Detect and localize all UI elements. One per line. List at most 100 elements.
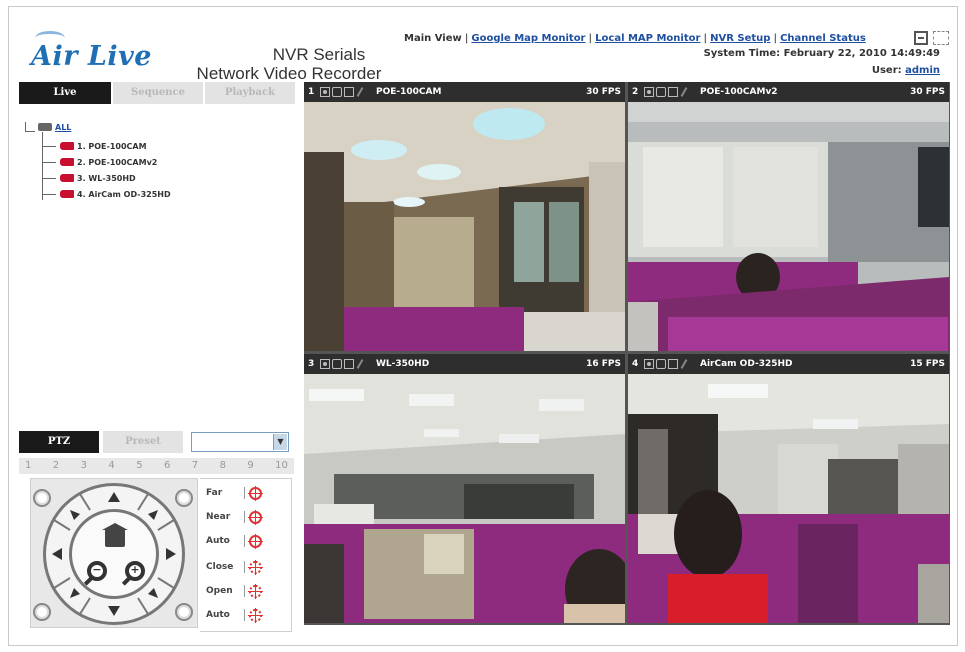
tree-tick — [42, 145, 56, 147]
camera-icon — [60, 142, 74, 150]
speed-option[interactable]: 6 — [164, 458, 170, 474]
camera-number: 4 — [632, 359, 639, 369]
camera-fps: 15 FPS — [910, 359, 945, 369]
record-icon[interactable] — [344, 87, 354, 97]
window-icons — [914, 31, 954, 47]
microphone-icon[interactable] — [680, 87, 688, 97]
camera-video-feed[interactable] — [628, 102, 949, 351]
iris-open-control[interactable]: Open — [206, 581, 286, 601]
record-icon[interactable] — [344, 359, 354, 369]
speed-option[interactable]: 7 — [192, 458, 198, 474]
focus-far-control[interactable]: Far — [206, 483, 286, 503]
office-scene-image — [304, 102, 625, 351]
camera-video-feed[interactable] — [628, 374, 949, 623]
tree-item-camera[interactable]: 2. POE-100CAMv2 — [42, 156, 157, 168]
focus-auto-icon[interactable] — [248, 533, 263, 549]
microphone-icon[interactable] — [680, 359, 688, 369]
camera-video-feed[interactable] — [304, 102, 625, 351]
microphone-icon[interactable] — [356, 359, 364, 369]
speaker-icon[interactable] — [656, 87, 666, 97]
tab-ptz[interactable]: PTZ — [19, 431, 99, 453]
tree-tick — [42, 161, 56, 163]
user-name-link[interactable]: admin — [905, 65, 940, 76]
camera-pane-header: 4 AirCam OD-325HD 15 FPS — [628, 354, 949, 374]
camera-number: 3 — [308, 359, 315, 369]
microphone-icon[interactable] — [356, 87, 364, 97]
snapshot-icon[interactable] — [644, 359, 654, 369]
system-time: System Time: February 22, 2010 14:49:49 — [703, 48, 940, 59]
focus-near-icon[interactable] — [248, 509, 263, 525]
tab-sequence[interactable]: Sequence — [113, 82, 203, 104]
speaker-icon[interactable] — [656, 359, 666, 369]
tree-item-label[interactable]: 4. AirCam OD-325HD — [77, 190, 171, 199]
control-label: Auto — [206, 536, 230, 546]
user-info: User: admin — [872, 65, 940, 76]
divider — [244, 535, 245, 547]
tree-item-camera[interactable]: 3. WL-350HD — [42, 172, 136, 184]
camera-name: AirCam OD-325HD — [700, 359, 793, 369]
nav-local-map-monitor[interactable]: Local MAP Monitor — [595, 33, 700, 44]
focus-auto-control[interactable]: Auto — [206, 531, 286, 551]
office-scene-image — [304, 374, 625, 623]
airlive-logo: Air Live — [31, 31, 161, 75]
speaker-icon[interactable] — [332, 359, 342, 369]
focus-far-icon[interactable] — [248, 485, 263, 501]
camera-icon — [60, 190, 74, 198]
iris-auto-control[interactable]: Auto — [206, 605, 286, 625]
iris-close-control[interactable]: Close — [206, 557, 286, 577]
camera-pane-3[interactable]: 3 WL-350HD 16 FPS — [304, 354, 625, 623]
camera-number: 1 — [308, 87, 315, 97]
save-icon[interactable] — [914, 31, 928, 45]
iris-open-icon[interactable] — [248, 583, 263, 599]
chevron-down-icon[interactable]: ▼ — [273, 434, 287, 450]
tree-item-label[interactable]: 2. POE-100CAMv2 — [77, 158, 157, 167]
camera-pane-4[interactable]: 4 AirCam OD-325HD 15 FPS — [628, 354, 949, 623]
focus-near-control[interactable]: Near — [206, 507, 286, 527]
camera-pane-header: 1 POE-100CAM 30 FPS — [304, 82, 625, 102]
tree-root[interactable]: ALL — [25, 120, 71, 134]
zoom-out-icon[interactable]: − — [87, 561, 107, 581]
tab-playback[interactable]: Playback — [205, 82, 295, 104]
iris-auto-icon[interactable] — [248, 607, 263, 623]
zoom-in-icon[interactable]: + — [125, 561, 145, 581]
control-label: Close — [206, 562, 234, 572]
speed-option[interactable]: 9 — [247, 458, 253, 474]
tree-item-camera[interactable]: 1. POE-100CAM — [42, 140, 147, 152]
speed-option[interactable]: 5 — [136, 458, 142, 474]
camera-number: 2 — [632, 87, 639, 97]
nav-channel-status[interactable]: Channel Status — [780, 33, 866, 44]
camera-pane-2[interactable]: 2 POE-100CAMv2 30 FPS — [628, 82, 949, 351]
fullscreen-icon[interactable] — [933, 31, 949, 45]
camera-pane-1[interactable]: 1 POE-100CAM 30 FPS — [304, 82, 625, 351]
speed-option[interactable]: 8 — [220, 458, 226, 474]
control-label: Far — [206, 488, 223, 498]
speed-option[interactable]: 1 — [25, 458, 31, 474]
nav-google-map-monitor[interactable]: Google Map Monitor — [471, 33, 585, 44]
speed-option[interactable]: 4 — [108, 458, 114, 474]
preset-select[interactable]: ▼ — [191, 432, 289, 452]
tab-live[interactable]: Live — [19, 82, 111, 104]
camera-video-feed[interactable] — [304, 374, 625, 623]
tree-item-camera[interactable]: 4. AirCam OD-325HD — [42, 188, 171, 200]
nav-main-view[interactable]: Main View — [404, 33, 462, 44]
speed-option[interactable]: 2 — [53, 458, 59, 474]
speed-option[interactable]: 3 — [81, 458, 87, 474]
tree-item-label[interactable]: 1. POE-100CAM — [77, 142, 147, 151]
top-navigation: Main View | Google Map Monitor | Local MAP M… — [404, 33, 904, 44]
snapshot-icon[interactable] — [644, 87, 654, 97]
record-icon[interactable] — [668, 87, 678, 97]
speaker-icon[interactable] — [332, 87, 342, 97]
office-scene-image — [628, 374, 949, 623]
product-title: NVR Serials Network Video Recorder — [179, 45, 399, 83]
iris-close-icon[interactable] — [248, 559, 263, 575]
tab-preset[interactable]: Preset — [103, 431, 183, 453]
speed-option[interactable]: 10 — [275, 458, 288, 474]
tree-item-label[interactable]: 3. WL-350HD — [77, 174, 136, 183]
tree-root-label[interactable]: ALL — [55, 123, 71, 132]
home-icon[interactable] — [102, 523, 128, 547]
record-icon[interactable] — [668, 359, 678, 369]
nvr-icon — [38, 123, 52, 131]
snapshot-icon[interactable] — [320, 87, 330, 97]
snapshot-icon[interactable] — [320, 359, 330, 369]
nav-nvr-setup[interactable]: NVR Setup — [710, 33, 770, 44]
